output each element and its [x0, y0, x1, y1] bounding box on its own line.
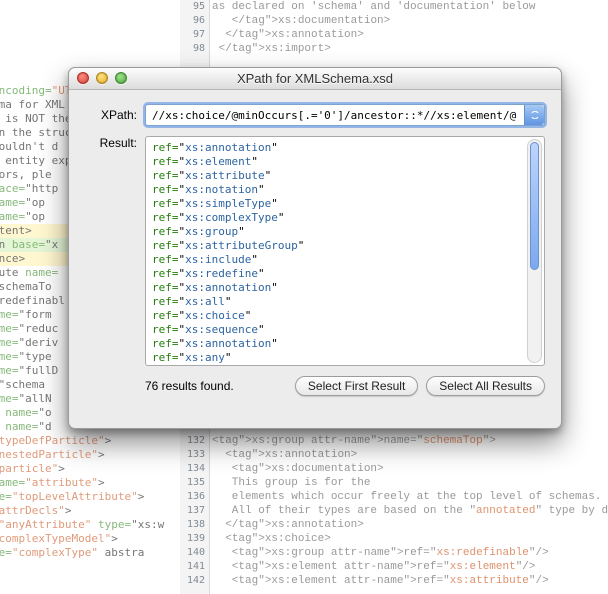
- result-item[interactable]: ref="xs:sequence": [152, 323, 538, 337]
- result-item[interactable]: ref="xs:include": [152, 253, 538, 267]
- result-item[interactable]: ref="xs:annotation": [152, 337, 538, 351]
- result-item[interactable]: ref="xs:element": [152, 155, 538, 169]
- dialog-title: XPath for XMLSchema.xsd: [69, 71, 561, 86]
- result-item[interactable]: ref="xs:all": [152, 365, 538, 366]
- combobox-arrow-icon[interactable]: [524, 105, 544, 125]
- result-item[interactable]: ref="xs:choice": [152, 309, 538, 323]
- xpath-combobox[interactable]: [145, 104, 545, 126]
- window-controls: [77, 72, 127, 84]
- result-list[interactable]: ref="xs:annotation"ref="xs:element"ref="…: [145, 136, 545, 366]
- select-all-button[interactable]: Select All Results: [426, 376, 545, 396]
- xpath-input[interactable]: [145, 104, 545, 126]
- scrollbar-thumb[interactable]: [530, 142, 539, 270]
- zoom-icon[interactable]: [115, 72, 127, 84]
- result-status: 76 results found.: [145, 379, 287, 393]
- select-first-button[interactable]: Select First Result: [295, 376, 418, 396]
- close-icon[interactable]: [77, 72, 89, 84]
- result-item[interactable]: ref="xs:group": [152, 225, 538, 239]
- result-item[interactable]: ref="xs:attributeGroup": [152, 239, 538, 253]
- xpath-label: XPath:: [85, 108, 137, 122]
- minimize-icon[interactable]: [96, 72, 108, 84]
- result-item[interactable]: ref="xs:complexType": [152, 211, 538, 225]
- dialog-titlebar[interactable]: XPath for XMLSchema.xsd: [69, 68, 561, 90]
- result-item[interactable]: ref="xs:any": [152, 351, 538, 365]
- result-item[interactable]: ref="xs:attribute": [152, 169, 538, 183]
- result-item[interactable]: ref="xs:all": [152, 295, 538, 309]
- result-label: Result:: [85, 136, 137, 150]
- result-item[interactable]: ref="xs:notation": [152, 183, 538, 197]
- result-item[interactable]: ref="xs:annotation": [152, 281, 538, 295]
- xpath-dialog: XPath for XMLSchema.xsd XPath: Result:: [68, 67, 562, 429]
- result-item[interactable]: ref="xs:redefine": [152, 267, 538, 281]
- result-item[interactable]: ref="xs:annotation": [152, 141, 538, 155]
- result-item[interactable]: ref="xs:simpleType": [152, 197, 538, 211]
- result-scrollbar[interactable]: [527, 139, 542, 363]
